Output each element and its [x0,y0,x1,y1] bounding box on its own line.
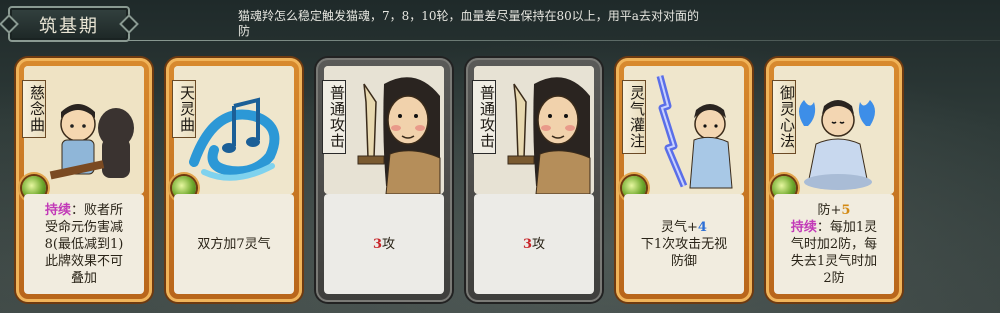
card-desc-line: 灵气+4 [661,219,707,236]
stage-tab[interactable]: 筑基期 [8,6,130,42]
card-name: 普通攻击 [472,80,496,154]
card-normal-attack[interactable]: 普通攻击 3攻 [316,58,452,302]
desc-text: 8(最低减到1) [44,236,124,252]
stage-label: 筑基期 [39,16,99,37]
card-desc-line: 2防 [823,270,844,287]
desc-text: 攻 [382,236,396,252]
card-name: 御灵心法 [772,80,796,154]
desc-text: 4 [697,219,707,235]
desc-text: 下1次攻击无视 [640,236,728,252]
card-cinianqu[interactable]: 慈念曲 持续：败者所 受命元伤害减 8(最低减到1) 此牌效果不可 叠加 [16,58,152,302]
card-desc-line: 持续：每加1灵 [791,219,877,236]
keyword-persist: 持续 [44,202,71,218]
tip-text: 猫魂羚怎么稳定触发猫魂，7，8，10轮，血量差尽量保持在80以上，用平a去对对面… [238,9,699,38]
card-description: 持续：败者所 受命元伤害减 8(最低减到1) 此牌效果不可 叠加 [24,194,144,294]
desc-text: 叠加 [70,270,97,286]
card-desc-line: 气时加2防，每 [791,236,877,253]
desc-text: 攻 [532,236,546,252]
card-desc-line: 失去1灵气时加 [791,253,877,270]
desc-text: 受命元伤害减 [44,219,123,235]
desc-text: 防+ [817,202,842,218]
desc-text: 失去1灵气时加 [790,253,878,269]
desc-text: 3 [372,236,383,252]
card-description: 双方加7灵气 [174,194,294,294]
desc-text: 2防 [823,270,845,286]
desc-text: 3 [522,236,533,252]
card-description: 3攻 [474,194,594,294]
card-desc-line: 双方加7灵气 [197,236,270,253]
card-desc-line: 此牌效果不可 [45,253,123,270]
desc-text: 气时加2防，每 [790,236,878,252]
card-yuling-xinfa[interactable]: 御灵心法 防+5 持续：每加1灵 气时加2防，每 失去1灵气时加 2防 [766,58,902,302]
card-desc-line: 3攻 [373,236,395,253]
card-desc-line: 防御 [671,253,697,270]
card-tianlingqu[interactable]: 天灵曲 双方加7灵气 [166,58,302,302]
card-desc-line: 3攻 [523,236,545,253]
card-desc-line: 防+5 [818,202,851,219]
card-normal-attack[interactable]: 普通攻击 3攻 [466,58,602,302]
desc-text: ：败者所 [71,202,124,218]
desc-text: 5 [841,202,851,218]
card-desc-line: 叠加 [71,270,97,287]
card-name: 慈念曲 [22,80,46,138]
card-name: 天灵曲 [172,80,196,138]
desc-text: 双方加7灵气 [197,236,271,252]
desc-text: 防御 [670,253,697,269]
card-desc-line: 8(最低减到1) [45,236,124,253]
card-lingqi-guanzhu[interactable]: 灵气灌注 灵气+4 下1次攻击无视 防御 [616,58,752,302]
card-name: 灵气灌注 [622,80,646,154]
card-description: 防+5 持续：每加1灵 气时加2防，每 失去1灵气时加 2防 [774,194,894,294]
desc-text: ：每加1灵 [816,219,878,235]
card-desc-line: 下1次攻击无视 [641,236,727,253]
card-description: 灵气+4 下1次攻击无视 防御 [624,194,744,294]
card-desc-line: 受命元伤害减 [45,219,123,236]
card-name: 普通攻击 [322,80,346,154]
desc-text: 灵气+ [661,219,698,235]
desc-text: 此牌效果不可 [44,253,123,269]
header-divider [128,40,1000,41]
card-description: 3攻 [324,194,444,294]
card-desc-line: 持续：败者所 [45,202,123,219]
keyword-persist: 持续 [790,219,817,235]
